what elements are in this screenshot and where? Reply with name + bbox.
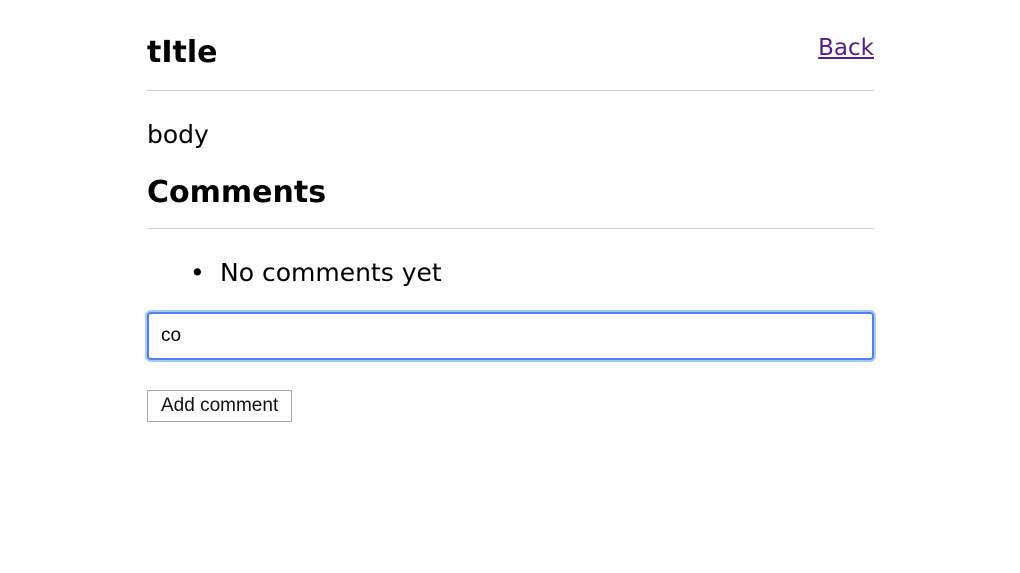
post-header: tItle Back: [147, 0, 874, 91]
post-title: tItle: [147, 35, 218, 70]
bullet-icon: •: [190, 258, 205, 287]
post-page: tItle Back body Comments • No comments y…: [147, 0, 874, 422]
add-comment-button[interactable]: Add comment: [147, 390, 293, 422]
comments-heading: Comments: [147, 175, 327, 210]
empty-comments-message: No comments yet: [220, 258, 442, 287]
back-link[interactable]: Back: [818, 33, 874, 63]
post-body: body: [147, 120, 209, 149]
list-item: • No comments yet: [147, 256, 442, 290]
comment-input[interactable]: [147, 312, 874, 360]
comments-section-header: Comments: [147, 170, 874, 229]
comment-list: • No comments yet: [147, 256, 442, 290]
